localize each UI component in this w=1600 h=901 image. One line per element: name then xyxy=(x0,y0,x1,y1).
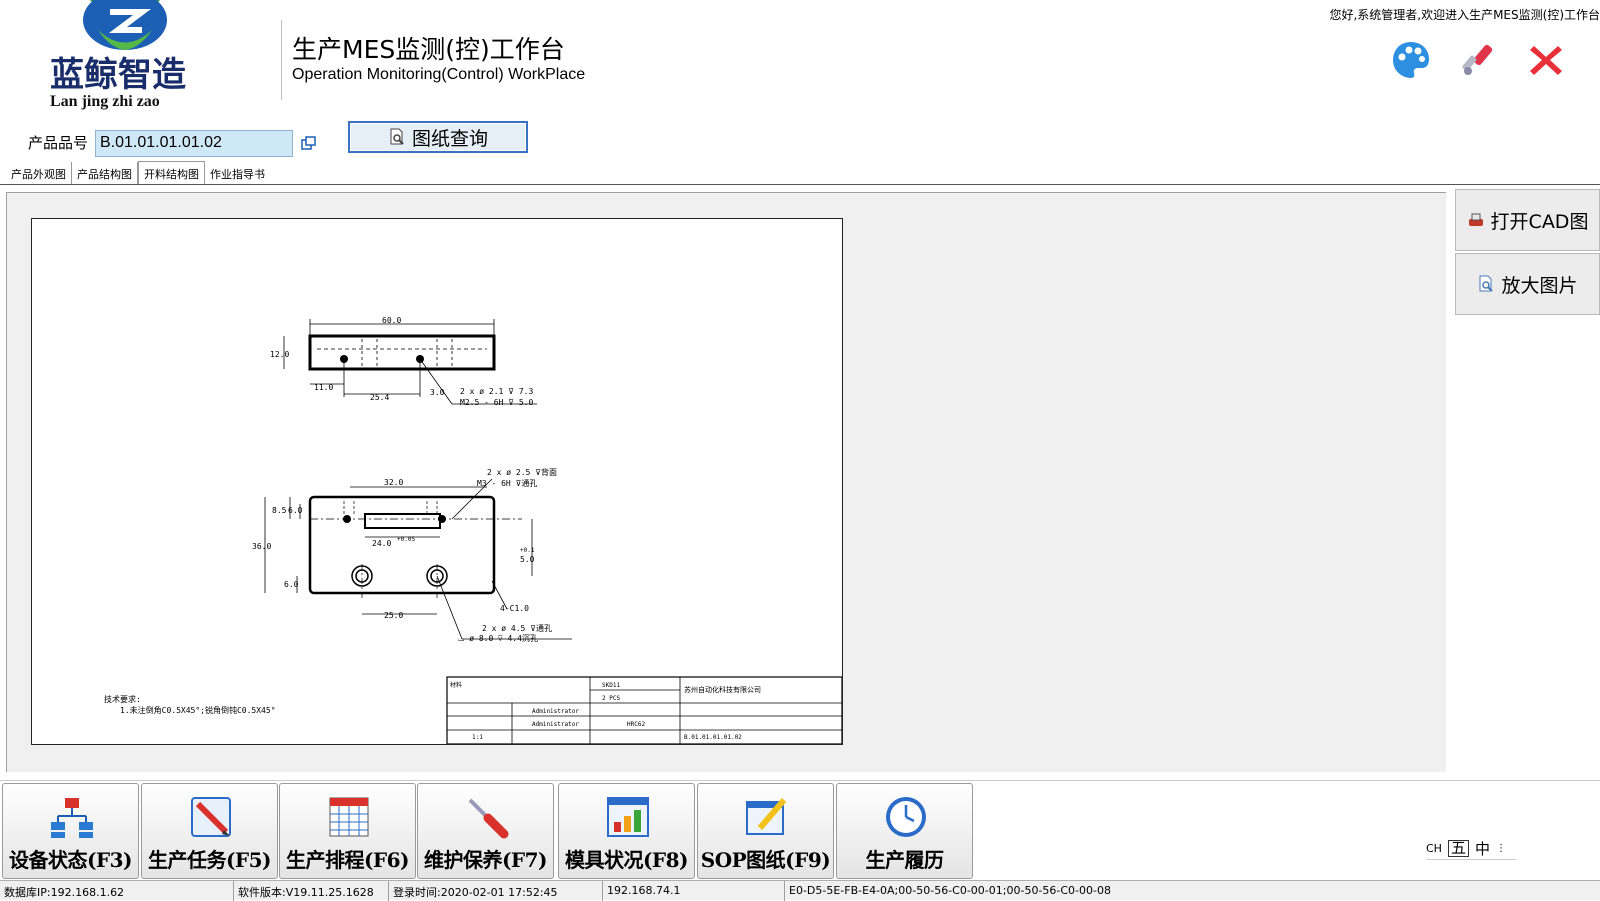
tab-work-instruction[interactable]: 作业指导书 xyxy=(205,162,270,184)
open-cad-label: 打开CAD图 xyxy=(1490,210,1589,233)
dim-hole-spacing: 25.0 xyxy=(384,611,403,620)
tab-cutting-structure[interactable]: 开料结构图 xyxy=(138,161,205,184)
tab-appearance[interactable]: 产品外观图 xyxy=(6,162,72,184)
open-cad-button[interactable]: 打开CAD图 xyxy=(1455,189,1600,251)
callout-top-1: 2 x ø 2.1 ⊽ 7.3 xyxy=(460,387,533,396)
status-local-ip: 192.168.74.1 xyxy=(603,881,785,901)
dim-top-height: 12.0 xyxy=(270,350,289,359)
dim-front-h1: 8.5 xyxy=(272,506,287,515)
mold-status-label: 模具状况(F8) xyxy=(564,848,689,872)
popout-icon[interactable] xyxy=(301,135,317,151)
dim-right-tol: +0.1 xyxy=(520,547,535,554)
toolbar-separator xyxy=(0,780,1600,781)
maintenance-button[interactable]: 维护保养(F7) xyxy=(417,783,554,879)
clock-icon xyxy=(886,797,926,837)
callout-top-2: M2.5 - 6H ⊽ 5.0 xyxy=(460,398,533,407)
document-search-icon xyxy=(390,128,404,145)
mold-status-button[interactable]: 模具状况(F8) xyxy=(558,783,695,879)
zoom-image-label: 放大图片 xyxy=(1501,274,1578,297)
tabs-divider xyxy=(0,184,1600,185)
calendar-icon xyxy=(329,797,369,837)
zoom-icon xyxy=(1479,275,1494,292)
company-logo: 蓝鲸智造 Lan jing zhi zao xyxy=(30,0,240,110)
tb-checker: Administrator xyxy=(532,721,579,728)
ime-mode-wubi: 五 xyxy=(1447,840,1469,857)
dim-right: 5.0 xyxy=(520,555,535,564)
screwdriver-icon xyxy=(468,798,509,839)
dim-chamfer: 4-C1.0 xyxy=(500,604,529,613)
ime-menu-icon: ⋮ xyxy=(1495,843,1506,854)
cad-icon xyxy=(1468,213,1483,226)
dim-front-h2: 6.0 xyxy=(288,506,303,515)
tech-note-body: 1.未注倒角C0.5X45°;锐角倒钝C0.5X45° xyxy=(120,705,276,715)
close-icon[interactable] xyxy=(1524,38,1568,82)
status-db-ip: 数据库IP:192.168.1.62 xyxy=(0,881,234,901)
logo-divider xyxy=(281,20,282,100)
dim-front-width: 32.0 xyxy=(384,478,403,487)
drawing-query-label: 图纸查询 xyxy=(411,127,488,150)
tb-quantity: 2 PCS xyxy=(602,695,620,702)
logo-text-cn: 蓝鲸智造 xyxy=(50,55,186,95)
ime-lang: CH xyxy=(1426,842,1442,855)
tb-part-number: B.01.01.01.01.02 xyxy=(684,734,742,741)
tb-material-label: 材料 xyxy=(450,681,462,689)
palette-icon[interactable] xyxy=(1389,38,1433,82)
task-edit-icon xyxy=(191,797,231,837)
status-version: 软件版本:V19.11.25.1628 xyxy=(234,881,389,901)
dim-front-total: 36.0 xyxy=(252,542,271,551)
zoom-image-button[interactable]: 放大图片 xyxy=(1455,253,1600,315)
status-bar: 数据库IP:192.168.1.62 软件版本:V19.11.25.1628 登… xyxy=(0,880,1600,901)
status-mac: E0-D5-5E-FB-E4-0A;00-50-56-C0-00-01;00-5… xyxy=(789,884,1111,897)
sop-drawing-button[interactable]: SOP图纸(F9) xyxy=(697,783,834,879)
drawing-tabs: 产品外观图 产品结构图 开料结构图 作业指导书 xyxy=(6,161,270,184)
ime-indicator[interactable]: CH 五 中 ⋮ xyxy=(1426,838,1516,860)
callout-front-4: ⌴ ø 8.0 ⊽ 4.4沉孔 xyxy=(458,634,538,643)
tab-structure[interactable]: 产品结构图 xyxy=(72,162,138,184)
dim-slot-tol: +0.05 xyxy=(397,536,415,543)
tech-note-title: 技术要求: xyxy=(104,694,141,704)
bar-chart-icon xyxy=(607,797,649,837)
logo-mark: 蓝鲸智造 Lan jing zhi zao xyxy=(50,0,186,110)
wrench-icon[interactable] xyxy=(1456,38,1500,82)
ime-mode-cn: 中 xyxy=(1474,840,1490,858)
product-code-label: 产品品号 xyxy=(28,134,89,152)
tb-designer: Administrator xyxy=(532,708,579,715)
network-icon xyxy=(51,798,93,838)
production-task-label: 生产任务(F5) xyxy=(147,848,272,872)
sop-drawing-label: SOP图纸(F9) xyxy=(700,848,831,872)
callout-front-2: M3 - 6H ⊽通孔 xyxy=(477,478,537,488)
dim-top-depth: 3.0 xyxy=(430,388,445,397)
callout-front-3: 2 x ø 4.5 ⊽通孔 xyxy=(482,623,552,633)
status-login-time: 登录时间:2020-02-01 17:52:45 xyxy=(389,881,603,901)
app-subtitle: Operation Monitoring(Control) WorkPlace xyxy=(292,66,586,83)
pencil-window-icon xyxy=(746,798,787,835)
production-schedule-button[interactable]: 生产排程(F6) xyxy=(279,783,416,879)
product-code-input[interactable]: B.01.01.01.01.02 xyxy=(95,130,293,157)
maintenance-label: 维护保养(F7) xyxy=(423,848,548,872)
production-history-label: 生产履历 xyxy=(865,848,945,872)
tb-company: 苏州自动化科技有限公司 xyxy=(684,685,761,694)
drawing-query-button[interactable]: 图纸查询 xyxy=(348,121,528,153)
cad-drawing-svg: 60.0 12.0 11.0 25.4 3.0 2 x ø 2.1 ⊽ 7.3 … xyxy=(104,316,843,745)
equipment-status-button[interactable]: 设备状态(F3) xyxy=(2,783,139,879)
production-history-button[interactable]: 生产履历 xyxy=(836,783,973,879)
dim-slot-width: 24.0 xyxy=(372,539,391,548)
production-schedule-label: 生产排程(F6) xyxy=(285,848,410,872)
tb-material-value: SKD11 xyxy=(602,682,620,689)
production-task-button[interactable]: 生产任务(F5) xyxy=(141,783,278,879)
dim-front-bottom: 6.0 xyxy=(284,580,299,589)
tb-scale: 1:1 xyxy=(472,734,483,741)
logo-text-en: Lan jing zhi zao xyxy=(50,93,160,110)
callout-front-1: 2 x ø 2.5 ⊽背面 xyxy=(487,467,557,477)
app-title: 生产MES监测(控)工作台 xyxy=(292,35,565,64)
equipment-status-label: 设备状态(F3) xyxy=(8,848,133,872)
tb-hardness: HRC62 xyxy=(627,721,645,728)
dim-top-spacing: 25.4 xyxy=(370,393,389,402)
welcome-message: 您好,系统管理者,欢迎进入生产MES监测(控)工作台 xyxy=(1329,8,1600,22)
dim-top-offset: 11.0 xyxy=(314,383,333,392)
dim-top-width: 60.0 xyxy=(382,316,401,325)
cad-drawing[interactable]: 60.0 12.0 11.0 25.4 3.0 2 x ø 2.1 ⊽ 7.3 … xyxy=(31,218,843,745)
